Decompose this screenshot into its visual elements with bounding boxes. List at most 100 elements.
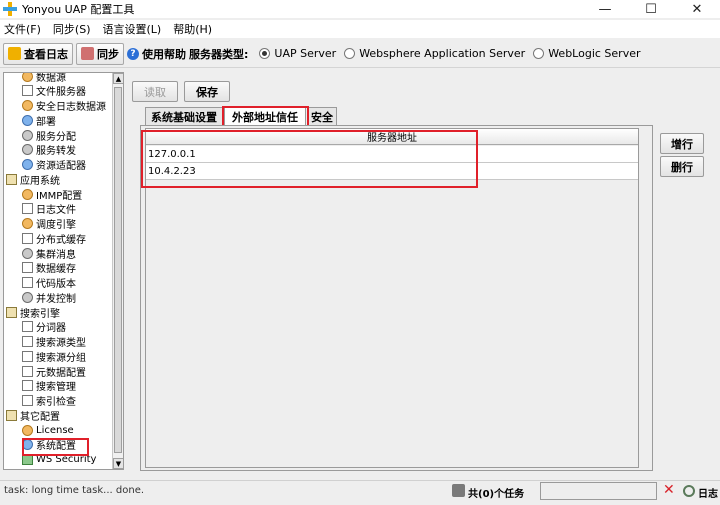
- tree-item[interactable]: 应用系统: [6, 172, 60, 187]
- config-tree: 数据源 文件服务器安全日志数据源 部署服务分配服务转发资源适配器 应用系统 IMMP配置…: [3, 72, 124, 470]
- cache-icon: [22, 262, 33, 274]
- license-icon: [22, 424, 33, 436]
- view-log-label: 查看日志: [24, 47, 68, 61]
- radio-uap-server[interactable]: UAP Server: [259, 47, 336, 60]
- config-icon: [22, 188, 33, 200]
- tree-item[interactable]: 其它配置: [6, 408, 60, 423]
- tree-item[interactable]: 集群消息: [22, 246, 76, 261]
- tree-item-label: 分词器: [36, 323, 66, 335]
- sync-button[interactable]: 同步: [76, 42, 124, 65]
- tab-security[interactable]: 安全: [307, 107, 337, 125]
- tree-item[interactable]: IMMP配置: [22, 187, 82, 202]
- window-controls: — ☐ ✕: [582, 0, 720, 18]
- menu-sync[interactable]: 同步(S): [53, 21, 91, 37]
- add-row-button[interactable]: 增行: [660, 133, 704, 154]
- scrollbar-thumb[interactable]: [114, 87, 122, 453]
- tree-item[interactable]: 安全日志数据源: [22, 99, 106, 113]
- radio-unselected-icon: [533, 48, 545, 59]
- task-count: 共(0)个任务: [468, 489, 525, 500]
- tree-item[interactable]: 索引检查: [22, 394, 76, 408]
- minimize-button[interactable]: —: [582, 0, 628, 18]
- radio-label: UAP Server: [274, 47, 337, 60]
- highlight-system-config: [22, 438, 89, 456]
- file-server-icon: [22, 85, 33, 97]
- title-bar: Yonyou UAP 配置工具 — ☐ ✕: [0, 0, 720, 18]
- tree-item-label: 服务转发: [36, 146, 76, 158]
- tree-item[interactable]: 并发控制: [22, 290, 76, 305]
- save-button[interactable]: 保存: [184, 81, 230, 102]
- log-view-icon: [8, 47, 21, 60]
- tree-item[interactable]: 文件服务器: [22, 84, 86, 98]
- tree-item-label: 服务分配: [36, 131, 76, 143]
- log-button[interactable]: 日志: [698, 485, 718, 500]
- help-button[interactable]: ? 使用帮助: [127, 46, 186, 62]
- tab-basic-settings[interactable]: 系统基础设置: [145, 107, 223, 125]
- cancel-task-icon[interactable]: ✕: [663, 482, 675, 498]
- radio-unselected-icon: [344, 48, 356, 59]
- tree-item[interactable]: 服务转发: [22, 143, 76, 157]
- highlight-table: [141, 130, 478, 188]
- tree-item[interactable]: 搜索引擎: [6, 305, 60, 320]
- tree-item[interactable]: 数据源: [22, 73, 66, 84]
- tree-item-label: 其它配置: [20, 411, 60, 423]
- server-type-label: 服务器类型:: [189, 47, 249, 61]
- radio-weblogic[interactable]: WebLogic Server: [533, 47, 641, 60]
- tree-item[interactable]: 数据缓存: [22, 261, 76, 275]
- tree-item[interactable]: 资源适配器: [22, 158, 86, 172]
- tree-item[interactable]: 部署: [22, 113, 56, 128]
- tree-item[interactable]: 服务分配: [22, 128, 76, 143]
- doc-icon: [22, 395, 33, 406]
- adapter-icon: [22, 159, 33, 170]
- task-progress-field: [540, 482, 657, 500]
- window-title: Yonyou UAP 配置工具: [22, 3, 135, 16]
- tree-item-label: 资源适配器: [36, 161, 86, 172]
- tree-item[interactable]: 分词器: [22, 320, 66, 334]
- tree-item[interactable]: 搜索管理: [22, 379, 76, 393]
- doc-icon: [22, 232, 33, 244]
- tree-item[interactable]: 搜索源类型: [22, 335, 86, 349]
- tree-item[interactable]: 日志文件: [22, 202, 76, 216]
- datasource-icon: [22, 100, 33, 111]
- table-empty-area: [146, 180, 638, 467]
- folder-icon: [6, 409, 17, 421]
- menu-help[interactable]: 帮助(H): [173, 21, 212, 37]
- radio-label: Websphere Application Server: [359, 47, 526, 60]
- tree-item-label: 集群消息: [36, 249, 76, 261]
- service-icon: [22, 144, 33, 156]
- doc-icon: [22, 350, 33, 362]
- doc-icon: [22, 277, 33, 288]
- radio-label: WebLogic Server: [548, 47, 641, 60]
- tree-item-label: 搜索源类型: [36, 338, 86, 349]
- tree-item-label: 部署: [36, 116, 56, 128]
- close-button[interactable]: ✕: [674, 0, 720, 18]
- tree-item[interactable]: 调度引擎: [22, 217, 76, 231]
- help-icon: ?: [127, 47, 139, 60]
- folder-icon: [6, 173, 17, 185]
- menu-file[interactable]: 文件(F): [4, 21, 41, 37]
- toolbar: 查看日志 同步 ? 使用帮助 服务器类型: UAP Server Websphe…: [0, 40, 720, 68]
- radio-websphere[interactable]: Websphere Application Server: [344, 47, 525, 60]
- menu-language[interactable]: 语言设置(L): [103, 21, 162, 37]
- log-search-icon[interactable]: [683, 485, 695, 497]
- menu-bar: 文件(F) 同步(S) 语言设置(L) 帮助(H): [0, 20, 720, 38]
- clock-icon: [22, 218, 33, 229]
- tree-item-label: 调度引擎: [36, 220, 76, 231]
- doc-icon: [22, 380, 33, 392]
- delete-row-button[interactable]: 删行: [660, 156, 704, 177]
- tree-item-label: 索引检查: [36, 397, 76, 408]
- tree-item-label: 搜索管理: [36, 382, 76, 394]
- tree-item[interactable]: 元数据配置: [22, 364, 86, 379]
- scroll-up-icon[interactable]: ▲: [113, 73, 123, 84]
- maximize-button[interactable]: ☐: [628, 0, 674, 18]
- tree-item-label: 安全日志数据源: [36, 102, 106, 113]
- view-log-button[interactable]: 查看日志: [3, 42, 73, 65]
- tree-item-label: 日志文件: [36, 205, 76, 217]
- tree-item[interactable]: License: [22, 423, 74, 437]
- scroll-down-icon[interactable]: ▼: [113, 458, 123, 469]
- tree-item[interactable]: 代码版本: [22, 276, 76, 290]
- tree-item[interactable]: 搜索源分组: [22, 349, 86, 364]
- read-button[interactable]: 读取: [132, 81, 178, 102]
- tree-scrollbar[interactable]: ▲ ▼: [112, 73, 123, 469]
- tree-item[interactable]: 分布式缓存: [22, 231, 86, 246]
- app-logo-icon: [3, 2, 17, 16]
